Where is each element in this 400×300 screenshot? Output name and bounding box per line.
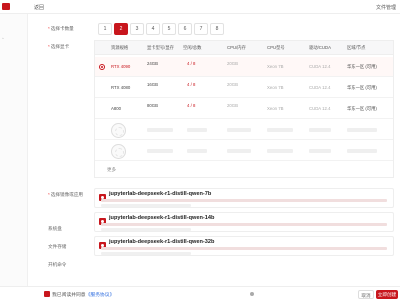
- row-region: 华东一区 (可用): [347, 106, 377, 111]
- row-mem: 20GB: [227, 61, 238, 66]
- row-gpu: A800: [111, 106, 122, 111]
- page-button[interactable]: 5: [162, 23, 176, 35]
- column-header: 资源规格: [111, 45, 129, 50]
- page-button[interactable]: 3: [130, 23, 144, 35]
- row-model: 16GB: [147, 82, 158, 87]
- instance-label: *选择显卡: [48, 44, 70, 49]
- app-description: [101, 247, 387, 250]
- table-row[interactable]: RTX 4080 16GB 4 / 8 20GB Xeon 7B CUDA 12…: [95, 78, 393, 98]
- app-name: jupyterlab-deepseek-r1-distill-qwen-14b: [109, 215, 215, 221]
- count-label: *选择卡数量: [48, 26, 74, 31]
- row-mem: 20GB: [227, 82, 238, 87]
- system-disk-label: 系统盘: [48, 226, 62, 232]
- row-driver: CUDA 12.4: [309, 64, 331, 69]
- gpu-table: 资源规格 显卡型号/显存 空闲/总数 CPU/内存 CPU型号 驱动/CUDA …: [94, 40, 394, 178]
- runtime-label: *选择镜像或应用: [48, 192, 83, 197]
- table-row-disabled: [95, 141, 393, 161]
- column-header: 驱动/CUDA: [309, 45, 331, 50]
- row-free: 4 / 8: [187, 82, 196, 87]
- column-header: 显卡型号/显存: [147, 45, 174, 50]
- placeholder-bar: [347, 149, 377, 153]
- row-cpu: Xeon 7B: [267, 85, 284, 90]
- storage-label: 文件存储: [48, 244, 66, 250]
- row-driver: CUDA 12.4: [309, 106, 331, 111]
- row-radio-selected[interactable]: [99, 64, 105, 70]
- column-header: CPU型号: [267, 45, 285, 50]
- row-cpu: Xeon 7B: [267, 106, 284, 111]
- row-cpu: Xeon 7B: [267, 64, 284, 69]
- table-row-selected[interactable]: RTX 4090 24GB 4 / 8 20GB Xeon 7B CUDA 12…: [95, 57, 393, 77]
- app-card[interactable]: jupyterlab-deepseek-r1-distill-qwen-7b: [94, 188, 394, 208]
- row-region: 华东一区 (可用): [347, 64, 377, 69]
- page-selector: 1 2 3 4 5 6 7 8: [98, 23, 224, 35]
- app-card[interactable]: jupyterlab-deepseek-r1-distill-qwen-14b: [94, 212, 394, 232]
- row-region: 华东一区 (可用): [347, 85, 377, 90]
- column-header: 空闲/总数: [183, 45, 202, 50]
- agree-checkbox[interactable]: [44, 291, 50, 297]
- placeholder-bar: [227, 149, 251, 153]
- startup-label-text: 开机命令: [48, 262, 67, 267]
- placeholder-bar: [147, 149, 173, 153]
- placeholder-bar: [227, 128, 251, 132]
- show-more-link[interactable]: 更多: [107, 167, 116, 173]
- cancel-button[interactable]: 取消: [358, 290, 374, 299]
- count-label-text: 选择卡数量: [50, 26, 74, 31]
- app-meta: [101, 228, 191, 231]
- table-row[interactable]: A800 80GB 4 / 8 20GB Xeon 7B CUDA 12.4 华…: [95, 99, 393, 119]
- app-card[interactable]: jupyterlab-deepseek-r1-distill-qwen-32b: [94, 236, 394, 256]
- storage-label-text: 文件存储: [48, 244, 67, 249]
- app-meta: [101, 204, 191, 207]
- runtime-label-text: 选择镜像或应用: [50, 192, 83, 197]
- page-button[interactable]: 1: [98, 23, 112, 35]
- row-gpu: RTX 4090: [111, 64, 131, 69]
- app-meta: [101, 252, 191, 255]
- table-header: 资源规格 显卡型号/显存 空闲/总数 CPU/内存 CPU型号 驱动/CUDA …: [95, 41, 393, 55]
- placeholder-bar: [347, 128, 377, 132]
- placeholder-bar: [147, 128, 173, 132]
- sidebar: ◦ ◦: [0, 14, 28, 300]
- row-mem: 20GB: [227, 103, 238, 108]
- row-driver: CUDA 12.4: [309, 85, 331, 90]
- sold-out-stamp-icon: [111, 144, 126, 159]
- agree-text: 我已阅读并同意《服务协议》: [52, 291, 114, 298]
- row-free: 4 / 8: [187, 103, 196, 108]
- placeholder-bar: [267, 149, 293, 153]
- footer-bar: 我已阅读并同意《服务协议》 取消 立即创建: [0, 286, 400, 300]
- column-header: CPU/内存: [227, 45, 246, 50]
- file-manage-link[interactable]: 文件管理: [376, 4, 396, 11]
- row-free: 4 / 8: [187, 61, 196, 66]
- placeholder-bar: [267, 128, 293, 132]
- row-model: 24GB: [147, 61, 158, 66]
- back-link[interactable]: 返回: [34, 4, 44, 11]
- page-button[interactable]: 8: [210, 23, 224, 35]
- placeholder-bar: [187, 149, 207, 153]
- sold-out-stamp-icon: [111, 123, 126, 138]
- sidebar-item[interactable]: ◦: [2, 36, 4, 42]
- placeholder-bar: [309, 149, 331, 153]
- placeholder-bar: [309, 128, 331, 132]
- row-gpu: RTX 4080: [111, 85, 131, 90]
- agree-label: 我已阅读并同意: [52, 293, 86, 298]
- page-button[interactable]: 7: [194, 23, 208, 35]
- top-bar: 返回 文件管理: [0, 0, 400, 14]
- create-button[interactable]: 立即创建: [376, 290, 398, 299]
- page-button[interactable]: 4: [146, 23, 160, 35]
- agreement-link[interactable]: 《服务协议》: [86, 293, 115, 298]
- page-button[interactable]: 6: [178, 23, 192, 35]
- table-row-disabled: [95, 120, 393, 140]
- column-header: 区域/节点: [347, 45, 366, 50]
- system-disk-label-text: 系统盘: [48, 226, 62, 231]
- app-description: [101, 223, 387, 226]
- brand-logo: [2, 3, 10, 10]
- app-name: jupyterlab-deepseek-r1-distill-qwen-7b: [109, 191, 212, 197]
- page-button-active[interactable]: 2: [114, 23, 128, 35]
- app-description: [101, 199, 387, 202]
- info-icon: [250, 292, 254, 296]
- app-name: jupyterlab-deepseek-r1-distill-qwen-32b: [109, 239, 215, 245]
- placeholder-bar: [187, 128, 207, 132]
- row-model: 80GB: [147, 103, 158, 108]
- instance-label-text: 选择显卡: [50, 44, 70, 49]
- startup-label: 开机命令: [48, 262, 66, 268]
